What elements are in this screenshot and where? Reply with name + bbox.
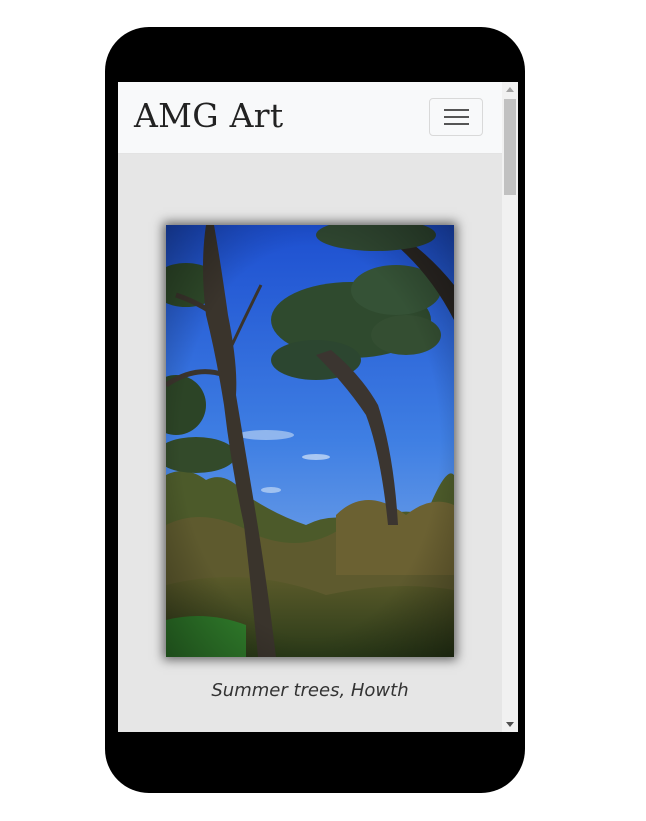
artwork-image[interactable] bbox=[166, 225, 454, 657]
menu-toggle-button[interactable] bbox=[429, 98, 483, 136]
navbar: AMG Art bbox=[118, 82, 502, 154]
tree-painting bbox=[166, 225, 454, 657]
scroll-down-arrow-icon[interactable] bbox=[506, 722, 514, 727]
artwork-caption: Summer trees, Howth bbox=[211, 680, 409, 701]
vertical-scrollbar[interactable] bbox=[502, 82, 518, 732]
mobile-viewport: AMG Art Summer trees, Howth bbox=[118, 82, 518, 732]
brand-logo[interactable]: AMG Art bbox=[134, 96, 283, 135]
gallery-content: Summer trees, Howth bbox=[118, 154, 502, 732]
scrollbar-thumb[interactable] bbox=[504, 99, 516, 195]
scroll-up-arrow-icon[interactable] bbox=[506, 87, 514, 92]
